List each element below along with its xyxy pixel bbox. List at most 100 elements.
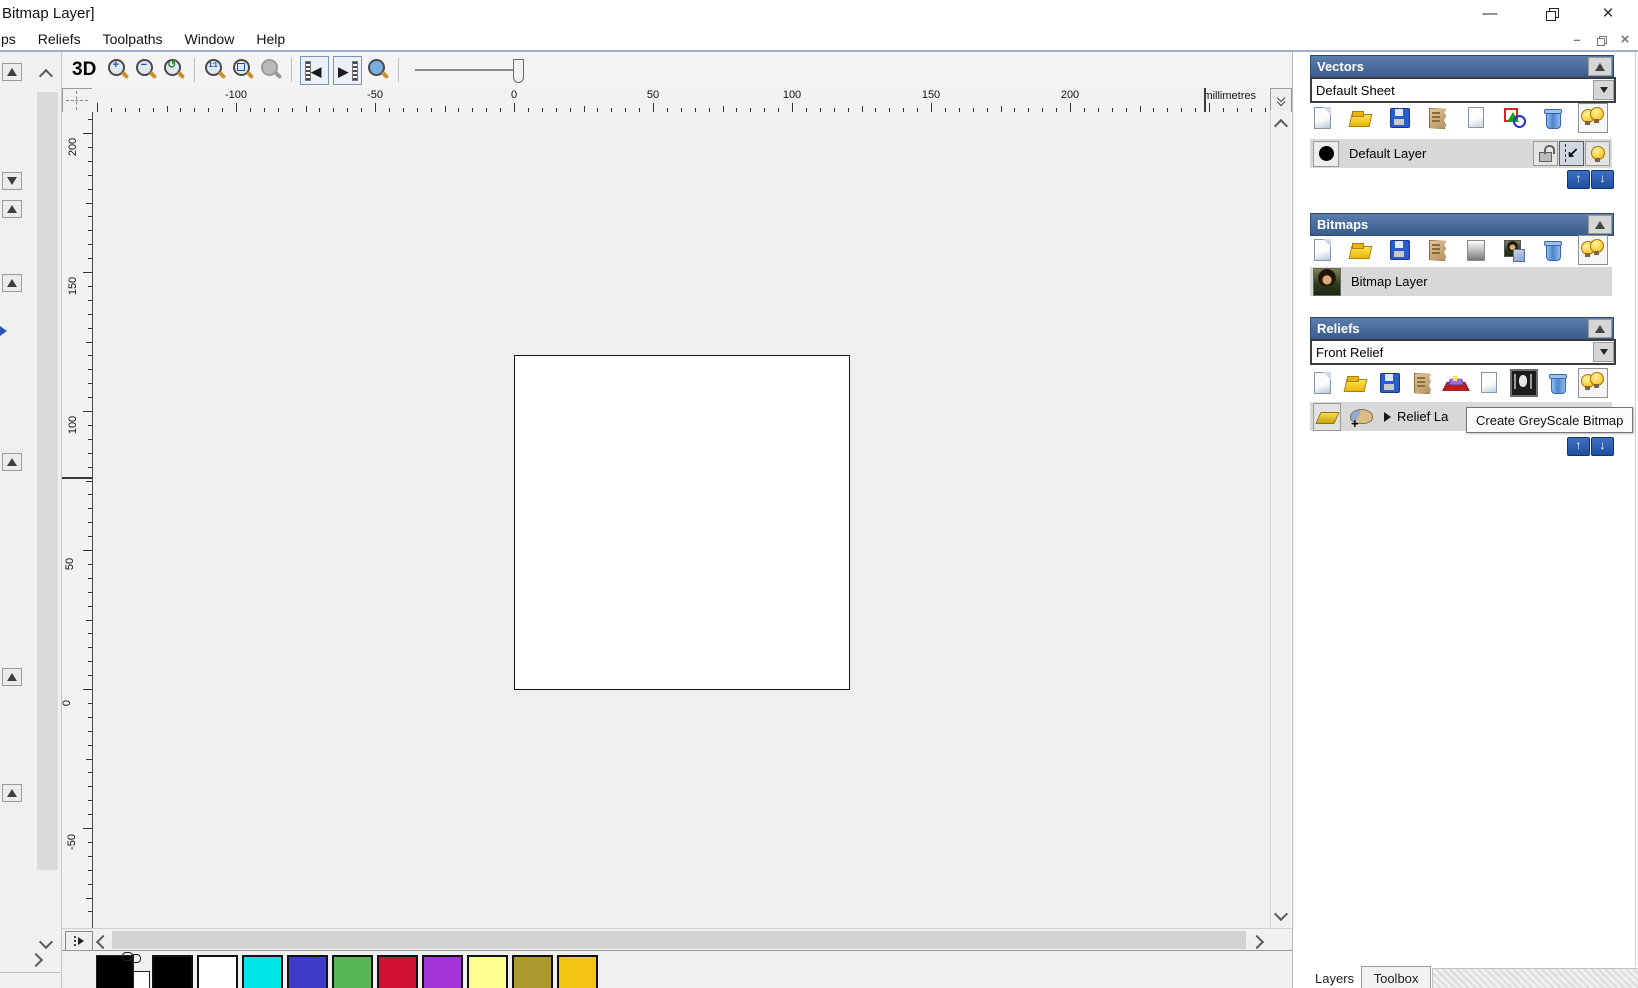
pan-left-toggle[interactable]: ◀ bbox=[300, 55, 330, 85]
palette-swatch[interactable] bbox=[197, 955, 238, 988]
menu-item-ps[interactable]: ps bbox=[0, 29, 27, 50]
bitmaps-layer-row[interactable]: Bitmap Layer bbox=[1310, 267, 1612, 296]
tab-layers[interactable]: Layers bbox=[1315, 971, 1354, 986]
sheet-bulb-icon[interactable] bbox=[1476, 370, 1502, 396]
flyout-up-button[interactable] bbox=[2, 784, 22, 802]
collapse-up-button[interactable] bbox=[1588, 57, 1612, 76]
left-scrollbar-track[interactable] bbox=[37, 92, 58, 870]
dropdown-arrow-icon[interactable] bbox=[1593, 80, 1614, 100]
mdi-restore-button[interactable] bbox=[1590, 33, 1612, 48]
reliefs-dropdown[interactable]: Front Relief bbox=[1310, 339, 1616, 365]
sheet-bulb-icon[interactable] bbox=[1463, 105, 1489, 131]
import-paper-icon[interactable] bbox=[1410, 370, 1436, 396]
snap-to-layer-icon[interactable] bbox=[1559, 141, 1584, 166]
flyout-right-arrow-icon[interactable] bbox=[0, 326, 7, 336]
toggle-all-visibility-icon[interactable] bbox=[1577, 103, 1608, 133]
zoom-object-icon[interactable] bbox=[230, 57, 256, 83]
trash-icon[interactable] bbox=[1540, 237, 1566, 263]
expander-icon[interactable] bbox=[1384, 411, 1391, 422]
layer-visibility-icon[interactable] bbox=[1585, 141, 1610, 166]
open-folder-icon[interactable] bbox=[1348, 237, 1374, 263]
toggle-all-visibility-icon[interactable] bbox=[1577, 235, 1608, 265]
relief-plane-icon[interactable] bbox=[1313, 402, 1341, 431]
lock-open-icon[interactable] bbox=[1533, 141, 1558, 166]
ruler-options-button[interactable] bbox=[1270, 88, 1292, 112]
scroll-right-button[interactable] bbox=[28, 952, 44, 970]
palette-swatch[interactable] bbox=[512, 955, 553, 988]
vectors-section-header[interactable]: Vectors bbox=[1310, 55, 1614, 78]
relief-dome-icon[interactable] bbox=[1347, 404, 1375, 431]
move-layer-up-button[interactable]: ↑ bbox=[1567, 437, 1590, 456]
menu-item-window[interactable]: Window bbox=[174, 29, 246, 50]
collapse-up-button[interactable] bbox=[1588, 319, 1612, 338]
relief-stack-icon[interactable] bbox=[1442, 370, 1470, 396]
canvas-vertical-scrollbar[interactable] bbox=[1270, 110, 1291, 928]
new-sheet-icon[interactable] bbox=[1310, 370, 1336, 396]
palette-swatch[interactable] bbox=[422, 955, 463, 988]
model-sheet-outline[interactable] bbox=[514, 355, 850, 690]
scroll-up-button[interactable] bbox=[38, 68, 54, 86]
import-paper-icon[interactable] bbox=[1425, 105, 1451, 131]
vectors-sheet-dropdown[interactable]: Default Sheet bbox=[1310, 77, 1616, 103]
drawing-canvas[interactable] bbox=[93, 112, 1270, 928]
zoom-out-icon[interactable]: − bbox=[133, 57, 159, 83]
zoom-lens-icon[interactable] bbox=[365, 57, 391, 83]
palette-swatch[interactable] bbox=[557, 955, 598, 988]
scrollbar-split-button[interactable] bbox=[65, 931, 93, 951]
vectors-layer-row[interactable]: Default Layer bbox=[1310, 139, 1612, 168]
zoom-in-icon[interactable]: + bbox=[105, 57, 131, 83]
flyout-up-button[interactable] bbox=[2, 453, 22, 471]
new-sheet-icon[interactable] bbox=[1310, 237, 1336, 263]
bitmaps-section-header[interactable]: Bitmaps bbox=[1310, 213, 1614, 236]
save-icon[interactable] bbox=[1387, 105, 1413, 131]
3d-view-button[interactable]: 3D bbox=[72, 59, 96, 81]
mdi-close-button[interactable]: × bbox=[1614, 32, 1636, 48]
palette-swatch[interactable] bbox=[332, 955, 373, 988]
greyscale-sheet-icon[interactable] bbox=[1463, 237, 1489, 263]
color-link-icon[interactable] bbox=[122, 950, 144, 963]
move-layer-up-button[interactable]: ↑ bbox=[1567, 170, 1590, 189]
palette-swatch[interactable] bbox=[242, 955, 283, 988]
scroll-down-button[interactable] bbox=[1273, 906, 1289, 924]
flyout-down-button[interactable] bbox=[2, 172, 22, 190]
minimize-button[interactable]: — bbox=[1470, 4, 1510, 24]
zoom-slider-track[interactable] bbox=[415, 69, 516, 71]
menu-item-reliefs[interactable]: Reliefs bbox=[27, 29, 92, 50]
new-sheet-icon[interactable] bbox=[1310, 105, 1336, 131]
move-layer-down-button[interactable]: ↓ bbox=[1591, 437, 1614, 456]
toggle-all-visibility-icon[interactable] bbox=[1578, 368, 1608, 398]
collapse-up-button[interactable] bbox=[1588, 215, 1612, 234]
create-greyscale-bitmap-icon[interactable] bbox=[1509, 369, 1538, 397]
trash-icon[interactable] bbox=[1540, 105, 1566, 131]
restore-button[interactable] bbox=[1531, 4, 1571, 24]
scroll-up-button[interactable] bbox=[1273, 118, 1289, 136]
import-paper-icon[interactable] bbox=[1425, 237, 1451, 263]
open-folder-icon[interactable] bbox=[1343, 370, 1369, 396]
palette-swatch[interactable] bbox=[152, 955, 193, 988]
tab-toolbox[interactable]: Toolbox bbox=[1361, 966, 1431, 988]
palette-swatch[interactable] bbox=[287, 955, 328, 988]
menu-item-help[interactable]: Help bbox=[245, 29, 296, 50]
palette-swatch[interactable] bbox=[467, 955, 508, 988]
open-folder-icon[interactable] bbox=[1348, 105, 1374, 131]
scroll-down-button[interactable] bbox=[38, 934, 54, 952]
zoom-slider-handle[interactable] bbox=[513, 59, 525, 83]
flyout-up-button[interactable] bbox=[2, 200, 22, 218]
pan-right-toggle[interactable]: ▶ bbox=[333, 55, 363, 85]
trash-icon[interactable] bbox=[1545, 370, 1571, 396]
zoom-1to1-icon[interactable]: 1:1 bbox=[202, 57, 228, 83]
close-button[interactable]: × bbox=[1588, 4, 1628, 24]
mdi-minimize-button[interactable]: – bbox=[1566, 33, 1588, 48]
layer-color-button[interactable] bbox=[1313, 140, 1339, 167]
save-icon[interactable] bbox=[1377, 370, 1403, 396]
menu-item-toolpaths[interactable]: Toolpaths bbox=[92, 29, 174, 50]
save-icon[interactable] bbox=[1387, 237, 1413, 263]
zoom-previous-icon[interactable]: ↺ bbox=[161, 57, 187, 83]
reliefs-section-header[interactable]: Reliefs bbox=[1310, 317, 1614, 340]
add-bitmap-icon[interactable] bbox=[1501, 237, 1527, 263]
flyout-up-button[interactable] bbox=[2, 668, 22, 686]
flyout-up-button[interactable] bbox=[2, 63, 22, 81]
scrollbar-track[interactable] bbox=[112, 931, 1246, 949]
dropdown-arrow-icon[interactable] bbox=[1593, 342, 1614, 362]
palette-swatch[interactable] bbox=[377, 955, 418, 988]
